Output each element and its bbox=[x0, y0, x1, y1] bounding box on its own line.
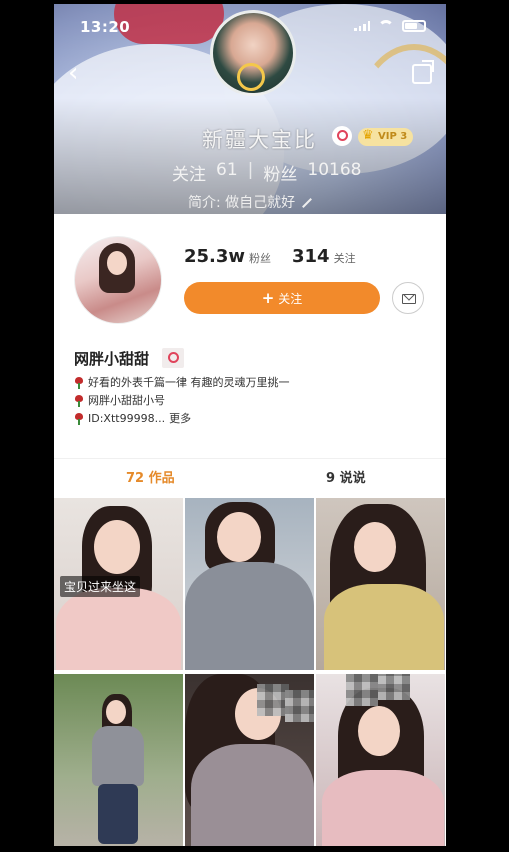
search-badge-icon[interactable] bbox=[162, 348, 184, 368]
following-stat[interactable]: 314 关注 bbox=[292, 246, 356, 267]
photo-tile[interactable]: 宝贝过来坐这 bbox=[54, 498, 183, 670]
banner-fans-count[interactable]: 10168 bbox=[307, 160, 361, 185]
mosaic-blur bbox=[285, 690, 314, 722]
rose-icon bbox=[74, 377, 84, 389]
banner-fans-label[interactable]: 粉丝 bbox=[263, 160, 297, 185]
bio-text: 网胖小甜甜小号 bbox=[88, 394, 165, 407]
stat-separator: | bbox=[247, 160, 254, 180]
photo-tile[interactable] bbox=[185, 498, 314, 670]
story-ring-icon bbox=[237, 63, 265, 91]
banner-following-label[interactable]: 关注 bbox=[172, 160, 206, 185]
photo-grid: 宝贝过来坐这 bbox=[54, 498, 446, 846]
bio-text: 好看的外表千篇一律 有趣的灵魂万里挑一 bbox=[88, 376, 290, 389]
status-icons bbox=[354, 20, 426, 32]
more-link[interactable]: 更多 bbox=[169, 410, 191, 428]
rose-icon bbox=[74, 413, 84, 425]
back-icon[interactable]: ‹ bbox=[68, 60, 90, 86]
banner-following-count[interactable]: 61 bbox=[216, 160, 238, 185]
tab-works[interactable]: 72 作品 bbox=[126, 467, 175, 486]
pencil-icon bbox=[302, 198, 313, 208]
bio-list: 好看的外表千篇一律 有趣的灵魂万里挑一 网胖小甜甜小号 ID:Xtt99998.… bbox=[74, 374, 290, 428]
photo-tile[interactable] bbox=[54, 674, 183, 846]
tab-posts[interactable]: 9 说说 bbox=[326, 467, 366, 486]
avatar[interactable] bbox=[74, 236, 162, 324]
fans-count: 25.3w bbox=[184, 246, 246, 267]
battery-icon bbox=[402, 20, 426, 32]
photo-tile[interactable] bbox=[316, 498, 445, 670]
photo-tile[interactable] bbox=[316, 674, 445, 846]
banner-username: 新疆大宝比 bbox=[202, 128, 317, 152]
follow-button[interactable]: + 关注 bbox=[184, 282, 380, 314]
fans-label: 粉丝 bbox=[249, 252, 272, 265]
mosaic-blur bbox=[378, 674, 410, 700]
bio-line: ID:Xtt99998... 更多 bbox=[74, 410, 290, 428]
vip-badge: VIP 3 bbox=[358, 127, 414, 146]
banner-avatar[interactable] bbox=[210, 10, 296, 96]
mosaic-blur bbox=[346, 674, 378, 706]
content-tabs: 72 作品 9 说说 bbox=[54, 458, 446, 496]
banner-bio[interactable]: 简介: 做自己就好 bbox=[188, 192, 313, 212]
follow-button-label: 关注 bbox=[278, 292, 303, 306]
rose-icon bbox=[74, 395, 84, 407]
banner-follow-stats: 关注 61 | 粉丝 10168 bbox=[172, 160, 361, 185]
banner-bio-text: 简介: 做自己就好 bbox=[188, 195, 296, 211]
bio-line: 网胖小甜甜小号 bbox=[74, 392, 290, 410]
photo-caption: 宝贝过来坐这 bbox=[60, 576, 141, 597]
bio-text: ID:Xtt99998... bbox=[88, 412, 166, 425]
envelope-icon bbox=[402, 294, 416, 304]
following-count: 314 bbox=[292, 246, 330, 267]
share-icon[interactable] bbox=[412, 64, 432, 84]
profile-card: 25.3w 粉丝 314 关注 + 关注 网胖小甜甜 好看的外表千篇一律 有趣的灵… bbox=[54, 214, 446, 454]
phone-screen: 13:20 ‹ 新疆大宝比 VIP 3 关注 61 | 粉丝 10168 简介:… bbox=[54, 4, 446, 846]
signal-icon bbox=[354, 21, 370, 31]
profile-banner: 13:20 ‹ 新疆大宝比 VIP 3 关注 61 | 粉丝 10168 简介:… bbox=[54, 4, 446, 214]
nickname: 网胖小甜甜 bbox=[74, 350, 150, 368]
following-label: 关注 bbox=[333, 252, 356, 265]
plus-icon: + bbox=[261, 289, 275, 307]
message-button[interactable] bbox=[392, 282, 424, 314]
fans-stat[interactable]: 25.3w 粉丝 bbox=[184, 246, 271, 267]
wifi-icon bbox=[378, 20, 394, 32]
photo-tile[interactable] bbox=[185, 674, 314, 846]
bio-line: 好看的外表千篇一律 有趣的灵魂万里挑一 bbox=[74, 374, 290, 392]
search-icon[interactable] bbox=[332, 126, 352, 146]
status-time: 13:20 bbox=[80, 18, 131, 36]
